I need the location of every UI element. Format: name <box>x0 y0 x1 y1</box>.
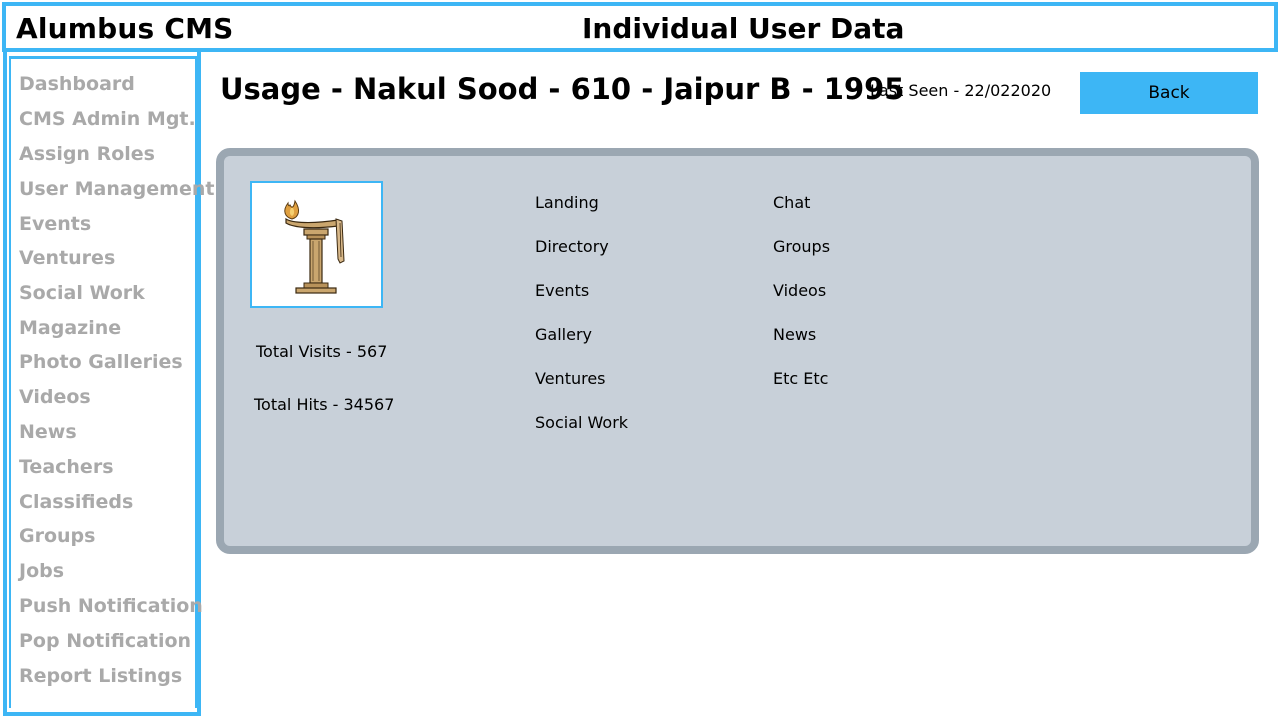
sidebar: Dashboard CMS Admin Mgt. Assign Roles Us… <box>3 52 214 716</box>
feature-groups: Groups <box>773 237 831 256</box>
app-title: Alumbus CMS <box>16 12 234 45</box>
total-hits: Total Hits - 34567 <box>254 395 395 414</box>
feature-etc-etc: Etc Etc <box>773 369 829 388</box>
feature-news: News <box>773 325 817 344</box>
sidebar-item-report-listings[interactable]: Report Listings <box>19 665 182 687</box>
sidebar-item-events[interactable]: Events <box>19 213 91 235</box>
feature-events: Events <box>535 281 590 300</box>
sidebar-item-classifieds[interactable]: Classifieds <box>19 491 133 513</box>
feature-directory: Directory <box>535 237 609 256</box>
feature-landing: Landing <box>535 193 599 212</box>
usage-title: Usage - Nakul Sood - 610 - Jaipur B - 19… <box>220 72 905 106</box>
sidebar-item-ventures[interactable]: Ventures <box>19 247 115 269</box>
sidebar-item-teachers[interactable]: Teachers <box>19 456 114 478</box>
sidebar-item-pop-notification[interactable]: Pop Notification <box>19 630 191 652</box>
sidebar-item-photo-galleries[interactable]: Photo Galleries <box>19 351 183 373</box>
lamp-logo-icon <box>284 199 345 294</box>
user-avatar <box>250 181 383 308</box>
feature-gallery: Gallery <box>535 325 592 344</box>
sidebar-item-dashboard[interactable]: Dashboard <box>19 73 135 95</box>
sidebar-item-news[interactable]: News <box>19 421 77 443</box>
sidebar-item-videos[interactable]: Videos <box>19 386 91 408</box>
page-heading: Individual User Data <box>582 12 905 45</box>
feature-videos: Videos <box>773 281 827 300</box>
app-header: Alumbus CMS Individual User Data <box>2 2 1278 52</box>
sidebar-item-social-work[interactable]: Social Work <box>19 282 145 304</box>
feature-social-work: Social Work <box>535 413 629 432</box>
last-seen-text: Last Seen - 22/022020 <box>870 81 1052 100</box>
usage-panel: Total Visits - 567 Total Hits - 34567 La… <box>216 148 1259 554</box>
sidebar-item-push-notification[interactable]: Push Notification <box>19 595 203 617</box>
sidebar-item-magazine[interactable]: Magazine <box>19 317 121 339</box>
sidebar-nav: Dashboard CMS Admin Mgt. Assign Roles Us… <box>9 56 214 708</box>
sidebar-item-jobs[interactable]: Jobs <box>19 560 64 582</box>
sidebar-item-assign-roles[interactable]: Assign Roles <box>19 143 155 165</box>
sidebar-item-user-management[interactable]: User Management <box>19 178 214 200</box>
feature-chat: Chat <box>773 193 811 212</box>
back-button[interactable]: Back <box>1080 72 1258 114</box>
sidebar-item-groups[interactable]: Groups <box>19 525 95 547</box>
total-visits: Total Visits - 567 <box>256 342 388 361</box>
feature-ventures: Ventures <box>535 369 606 388</box>
sidebar-item-cms-admin-mgt[interactable]: CMS Admin Mgt. <box>19 108 196 130</box>
